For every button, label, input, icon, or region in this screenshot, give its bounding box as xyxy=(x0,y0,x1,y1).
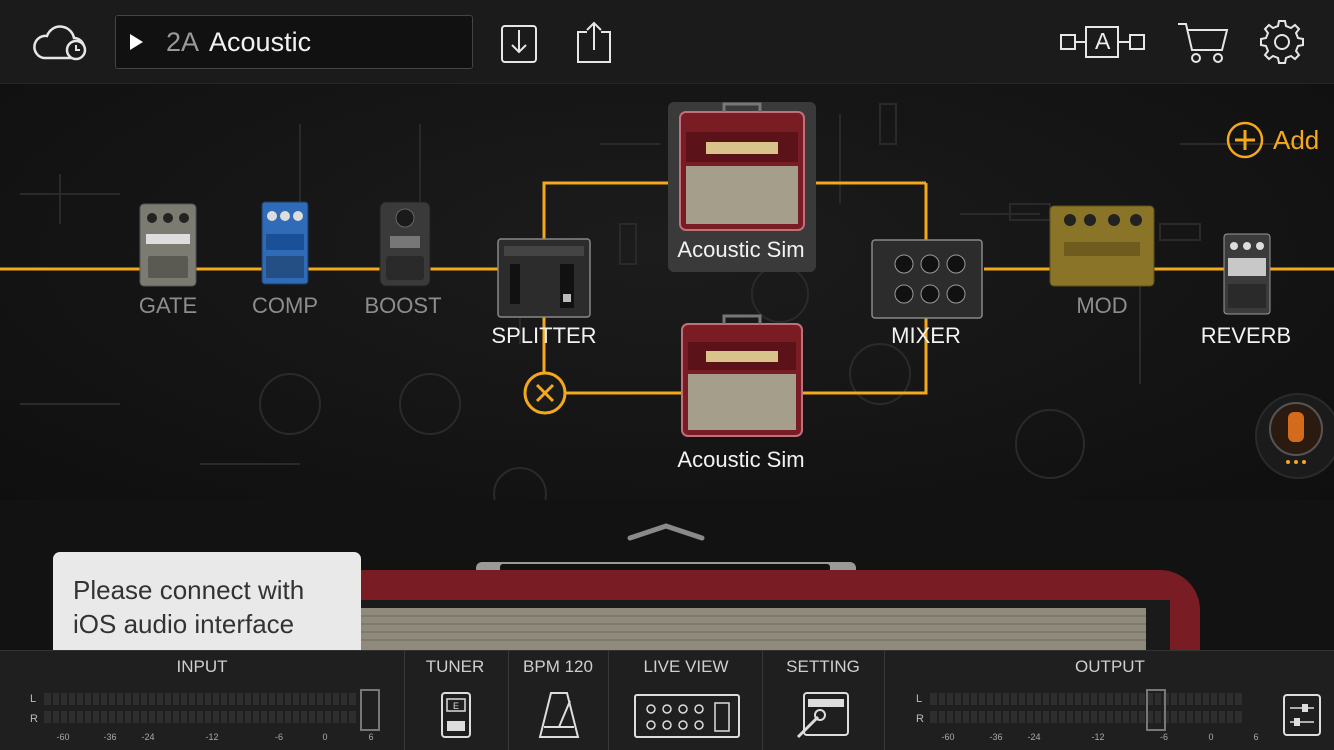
scale-tick: -24 xyxy=(141,732,155,742)
top-bar: 2A Acoustic A xyxy=(0,0,1334,84)
input-label: INPUT xyxy=(176,657,228,676)
ab-compare-icon[interactable]: A xyxy=(1058,24,1148,60)
scale-tick: 0 xyxy=(322,732,328,742)
add-effect-label: Add xyxy=(1273,124,1320,155)
output-label: OUTPUT xyxy=(1075,657,1145,676)
metronome-icon[interactable] xyxy=(538,691,580,739)
play-icon xyxy=(130,34,143,50)
reverb-label: REVERB xyxy=(1200,323,1292,348)
bpm-label[interactable]: BPM 120 xyxy=(523,657,593,677)
tooltip-line-1: Please connect with xyxy=(73,575,305,605)
expand-chevron-icon[interactable] xyxy=(627,523,705,541)
plus-circle-icon xyxy=(1226,121,1264,159)
mod-pedal[interactable] xyxy=(1049,205,1155,287)
amp-top[interactable] xyxy=(679,102,805,231)
output-channel-l: L xyxy=(916,693,923,705)
amp-bottom[interactable] xyxy=(681,314,803,437)
scale-tick: -6 xyxy=(1159,732,1169,742)
divider xyxy=(508,651,509,750)
gate-pedal[interactable] xyxy=(139,203,197,287)
amp-top-label: Acoustic Sim xyxy=(677,237,805,262)
tooltip-line-2: iOS audio interface xyxy=(73,609,295,639)
cloud-sync-icon[interactable] xyxy=(30,18,90,66)
scale-tick: 6 xyxy=(1253,732,1259,742)
scale-tick: -60 xyxy=(56,732,70,742)
share-icon[interactable] xyxy=(575,20,613,64)
reverb-pedal[interactable] xyxy=(1223,233,1271,315)
scale-tick: 6 xyxy=(368,732,374,742)
signal-chain: GATE COMP BOOST SPLITTER Acoustic Sim Ac… xyxy=(0,84,1334,500)
preset-number: 2A xyxy=(166,26,200,57)
audio-interface-tooltip: Please connect with iOS audio interface xyxy=(53,552,361,660)
input-channel-r: R xyxy=(30,713,38,725)
splitter-label: SPLITTER xyxy=(491,323,597,348)
divider xyxy=(608,651,609,750)
live-view-icon[interactable] xyxy=(633,693,741,739)
scale-tick: -6 xyxy=(274,732,284,742)
comp-label: COMP xyxy=(252,293,318,318)
scale-tick: -24 xyxy=(1027,732,1041,742)
input-level-meter xyxy=(44,691,356,727)
mod-label: MOD xyxy=(1076,293,1128,318)
tuner-icon[interactable]: E xyxy=(440,691,472,739)
live-view-label[interactable]: LIVE VIEW xyxy=(643,657,728,677)
input-channel-l: L xyxy=(30,693,37,705)
cart-icon[interactable] xyxy=(1176,20,1230,66)
gear-icon[interactable] xyxy=(1260,20,1304,64)
input-gain-slider[interactable] xyxy=(360,689,380,731)
mute-toggle-icon[interactable] xyxy=(523,371,567,415)
output-level-meter xyxy=(930,691,1242,727)
divider xyxy=(884,651,885,750)
scale-tick: -12 xyxy=(1091,732,1105,742)
signal-chain-diagram xyxy=(0,102,1334,500)
output-gain-slider[interactable] xyxy=(1146,689,1166,731)
ab-compare-label: A xyxy=(1095,28,1111,54)
setting-label[interactable]: SETTING xyxy=(786,657,860,677)
scale-tick: 0 xyxy=(1208,732,1214,742)
mixer-sliders-icon[interactable] xyxy=(1282,693,1322,737)
scale-tick: -36 xyxy=(989,732,1003,742)
download-icon[interactable] xyxy=(500,22,538,64)
boost-pedal[interactable] xyxy=(379,201,431,287)
scale-tick: -36 xyxy=(103,732,117,742)
mixer-label: MIXER xyxy=(891,323,961,348)
comp-pedal[interactable] xyxy=(261,201,309,285)
scale-tick: -60 xyxy=(941,732,955,742)
splitter-unit[interactable] xyxy=(497,238,591,318)
divider xyxy=(762,651,763,750)
scale-tick: -12 xyxy=(205,732,219,742)
svg-text:E: E xyxy=(453,701,459,711)
boost-label: BOOST xyxy=(364,293,442,318)
gate-label: GATE xyxy=(138,293,198,318)
bottom-bar: INPUT TUNER BPM 120 LIVE VIEW SETTING OU… xyxy=(0,650,1334,750)
tube-icon[interactable] xyxy=(1255,393,1334,479)
preset-selector[interactable]: 2A Acoustic xyxy=(115,15,473,69)
mixer-unit[interactable] xyxy=(871,239,983,319)
divider xyxy=(404,651,405,750)
tuner-label[interactable]: TUNER xyxy=(426,657,485,677)
preset-name: Acoustic xyxy=(209,26,312,57)
amp-settings-icon[interactable] xyxy=(796,691,850,739)
amp-bottom-label: Acoustic Sim xyxy=(677,447,805,472)
add-effect-button[interactable]: Add xyxy=(1225,120,1319,160)
output-channel-r: R xyxy=(916,713,924,725)
